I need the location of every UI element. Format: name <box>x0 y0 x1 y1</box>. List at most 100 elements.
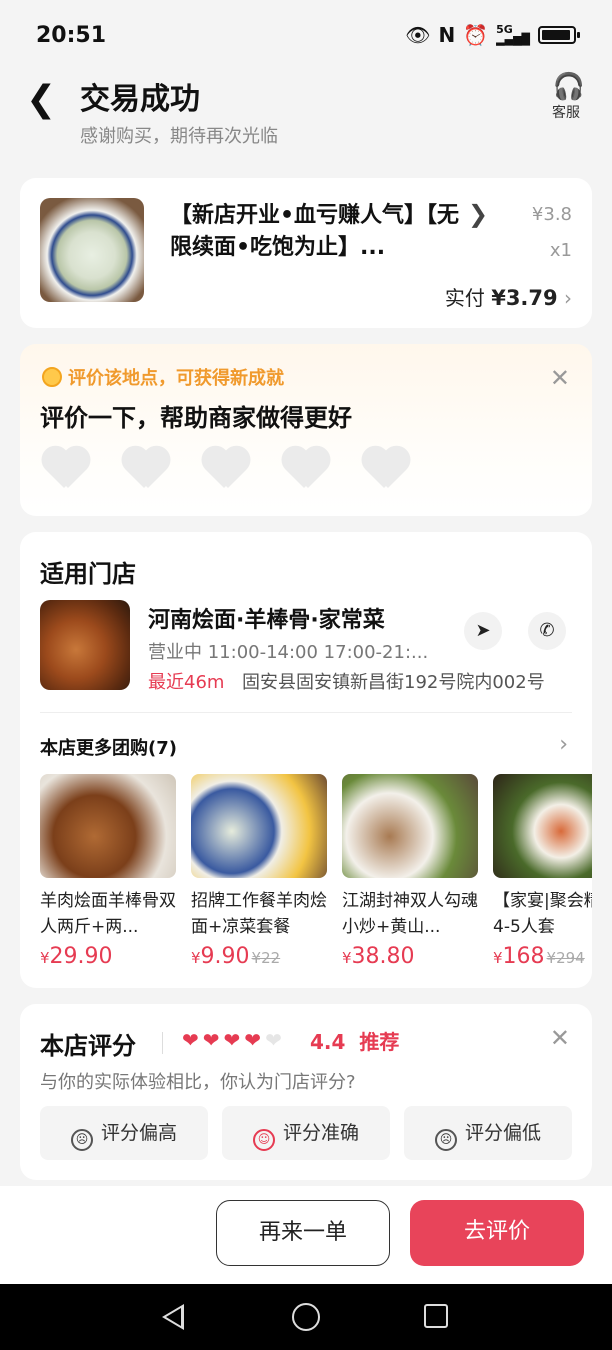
heart-filled-icon: ❤ <box>202 1028 220 1052</box>
deal-price: ¥168 ¥294 <box>493 944 585 969</box>
order-item-price: ¥3.8 <box>531 204 572 225</box>
order-item-name: 【新店开业•血亏赚人气】【无限续面•吃饱为止】... <box>170 203 460 260</box>
heart-icon[interactable] <box>280 448 332 492</box>
rating-hearts: ❤ ❤ ❤ ❤ ❤ <box>182 1028 282 1052</box>
review-question: 评价一下，帮助商家做得更好 <box>40 404 352 432</box>
paid-amount[interactable]: 实付 ¥3.79 › <box>445 282 572 311</box>
rating-score-value: 4.4 <box>310 1030 346 1054</box>
store-rating-card: 本店评分 ❤ ❤ ❤ ❤ ❤ 4.4 推荐 ✕ 与你的实际体验相比，你认为门店评… <box>20 1004 592 1180</box>
deal-image <box>191 774 327 878</box>
store-thumbnail[interactable] <box>40 600 130 690</box>
rating-accurate-button[interactable]: ☺ 评分准确 <box>222 1106 390 1160</box>
deal-item[interactable]: 羊肉烩面羊棒骨双人两斤+两... ¥29.90 <box>40 774 176 969</box>
heart-icon[interactable] <box>40 448 92 492</box>
deal-price-value: 38.80 <box>351 944 415 969</box>
deal-price: ¥38.80 <box>342 944 415 969</box>
rating-too-low-button[interactable]: ☹ 评分偏低 <box>404 1106 572 1160</box>
store-distance: 最近46m <box>148 672 225 693</box>
rating-question: 与你的实际体验相比，你认为门店评分? <box>40 1072 356 1093</box>
battery-icon <box>538 26 580 44</box>
heart-icon[interactable] <box>200 448 252 492</box>
option-label: 评分偏低 <box>464 1122 541 1144</box>
heart-rating <box>40 448 412 492</box>
divider <box>40 712 572 713</box>
store-hours: 营业中 11:00-14:00 17:00-21:... <box>148 642 429 663</box>
store-card: 适用门店 河南烩面·羊棒骨·家常菜 营业中 11:00-14:00 17:00-… <box>20 532 592 988</box>
smile-face-icon: ☺ <box>252 1129 275 1151</box>
nav-recents-icon[interactable] <box>424 1304 448 1328</box>
customer-service-label: 客服 <box>552 105 580 121</box>
chevron-right-icon: › <box>564 286 572 310</box>
sad-face-icon: ☹ <box>434 1129 457 1151</box>
navigation-icon[interactable]: ➤ <box>464 612 502 650</box>
heart-filled-icon: ❤ <box>182 1028 199 1052</box>
system-nav-bar <box>0 1284 612 1350</box>
deal-price: ¥9.90 ¥22 <box>191 944 281 969</box>
order-card[interactable]: 【新店开业•血亏赚人气】【无限续面•吃饱为止】... ❯ ¥3.8 x1 实付 … <box>20 178 592 328</box>
heart-filled-icon: ❤ <box>223 1028 241 1052</box>
option-label: 评分准确 <box>282 1122 359 1144</box>
order-item-qty: x1 <box>549 240 572 261</box>
deal-original-price: ¥22 <box>251 949 281 967</box>
page-subtitle: 感谢购买，期待再次光临 <box>80 126 278 147</box>
heart-empty-icon: ❤ <box>265 1028 282 1052</box>
customer-service-button[interactable]: 🎧 客服 <box>552 72 586 122</box>
write-review-button[interactable]: 去评价 <box>410 1200 584 1266</box>
heart-icon[interactable] <box>120 448 172 492</box>
close-icon[interactable]: ✕ <box>550 364 570 392</box>
deal-image <box>493 774 592 878</box>
back-icon[interactable]: ❮ <box>26 82 56 122</box>
nav-back-icon[interactable] <box>162 1304 184 1330</box>
deal-price-value: 9.90 <box>200 944 250 969</box>
close-icon[interactable]: ✕ <box>550 1024 570 1052</box>
deal-name: 招牌工作餐羊肉烩面+凉菜套餐 <box>191 891 327 937</box>
deal-item[interactable]: 江湖封神双人勾魂小炒+黄山... ¥38.80 <box>342 774 478 969</box>
eye-icon: 👁 <box>405 23 431 47</box>
deal-name: 羊肉烩面羊棒骨双人两斤+两... <box>40 891 176 937</box>
paid-label: 实付 <box>444 286 485 310</box>
deal-price-value: 29.90 <box>49 944 113 969</box>
rating-title: 本店评分 <box>40 1032 136 1060</box>
store-section-title: 适用门店 <box>40 560 136 588</box>
phone-icon[interactable]: ✆ <box>528 612 566 650</box>
store-name[interactable]: 河南烩面·羊棒骨·家常菜 <box>148 602 385 634</box>
more-deals-title[interactable]: 本店更多团购(7) <box>40 734 177 760</box>
deal-name: 【家宴|聚会精选4-5人套 <box>493 891 592 937</box>
paid-value: ¥3.79 <box>491 286 558 310</box>
divider <box>162 1032 163 1054</box>
deal-original-price: ¥294 <box>546 949 585 967</box>
review-prompt-card: 评价该地点，可获得新成就 ✕ 评价一下，帮助商家做得更好 <box>20 344 592 516</box>
bottom-action-bar: 再来一单 去评价 <box>0 1186 612 1284</box>
reorder-button[interactable]: 再来一单 <box>216 1200 390 1266</box>
sad-face-icon: ☹ <box>70 1129 93 1151</box>
deal-item[interactable]: 【家宴|聚会精选4-5人套 ¥168¥294 <box>493 774 592 969</box>
nav-home-icon[interactable] <box>292 1303 320 1331</box>
signal-icon: 5G ▂▄▆█ <box>496 23 530 46</box>
deal-item[interactable]: 招牌工作餐羊肉烩面+凉菜套餐 ¥9.90 ¥22 <box>191 774 327 969</box>
rating-options: ☹ 评分偏高 ☺ 评分准确 ☹ 评分偏低 <box>40 1106 572 1160</box>
page-title: 交易成功 <box>80 82 200 117</box>
deal-price: ¥29.90 <box>40 944 113 969</box>
page-header: ❮ 交易成功 感谢购买，期待再次光临 🎧 客服 <box>0 70 612 160</box>
heart-filled-icon: ❤ <box>244 1028 262 1052</box>
achievement-tip-text: 评价该地点，可获得新成就 <box>68 368 284 389</box>
achievement-tip: 评价该地点，可获得新成就 <box>42 364 284 390</box>
achievement-coin-icon <box>42 367 62 387</box>
chevron-right-icon[interactable]: › <box>559 732 568 757</box>
rating-score: 4.4 推荐 <box>310 1026 399 1055</box>
heart-icon[interactable] <box>360 448 412 492</box>
headset-icon: 🎧 <box>552 72 586 102</box>
deals-carousel[interactable]: 羊肉烩面羊棒骨双人两斤+两... ¥29.90 招牌工作餐羊肉烩面+凉菜套餐 ¥… <box>40 774 592 974</box>
clock: 20:51 <box>36 22 107 48</box>
network-type: 5G <box>496 23 513 36</box>
deal-name: 江湖封神双人勾魂小炒+黄山... <box>342 891 478 937</box>
order-thumbnail <box>40 198 144 302</box>
alarm-icon: ⏰ <box>463 23 489 47</box>
deal-price-value: 168 <box>502 944 545 969</box>
rating-label: 推荐 <box>359 1030 400 1054</box>
option-label: 评分偏高 <box>100 1122 177 1144</box>
rating-too-high-button[interactable]: ☹ 评分偏高 <box>40 1106 208 1160</box>
nfc-icon: N <box>438 23 456 47</box>
status-icons: 👁 N ⏰ 5G ▂▄▆█ <box>405 23 580 47</box>
chevron-right-icon[interactable]: ❯ <box>468 200 488 228</box>
